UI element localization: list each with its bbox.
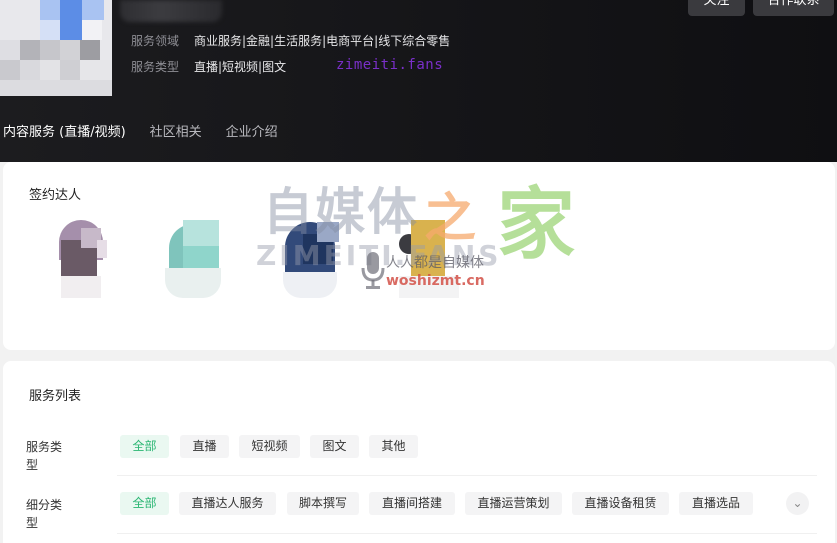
sub-type-chip-live-talent[interactable]: 直播达人服务 [179, 492, 276, 515]
sub-type-chip-script[interactable]: 脚本撰写 [287, 492, 359, 515]
service-type-value: 直播|短视频|图文 [194, 60, 287, 74]
tab-content-service[interactable]: 内容服务 (直播/视频) [3, 121, 126, 140]
talent-avatar-2[interactable] [163, 220, 223, 300]
sub-type-chip-equipment[interactable]: 直播设备租赁 [572, 492, 669, 515]
service-domain-row: 服务领域 商业服务|金融|生活服务|电商平台|线下综合零售 [131, 32, 450, 49]
talent-avatar-3[interactable] [281, 220, 341, 300]
service-type-row: 服务类型 直播|短视频|图文 [131, 58, 286, 75]
sub-type-chip-product-selection[interactable]: 直播选品 [679, 492, 753, 515]
tab-company-intro[interactable]: 企业介绍 [226, 121, 278, 140]
contact-button[interactable]: 合作联系 [753, 0, 834, 16]
talent-avatar-1[interactable] [53, 220, 113, 300]
talent-avatar-4[interactable] [399, 220, 463, 300]
service-type-filter-label: 服务类型 [26, 440, 63, 472]
service-type-chip-article[interactable]: 图文 [310, 435, 359, 458]
profile-header: 关注 合作联系 服务领域 商业服务|金融|生活服务|电商平台|线下综合零售 服务… [0, 0, 837, 162]
service-type-chip-short-video[interactable]: 短视频 [239, 435, 300, 458]
sub-type-chip-studio-setup[interactable]: 直播间搭建 [369, 492, 455, 515]
service-domain-label: 服务领域 [131, 34, 180, 48]
service-type-chip-live[interactable]: 直播 [180, 435, 229, 458]
header-watermark: zimeiti.fans [336, 57, 444, 73]
sub-type-filter-label: 细分类型 [26, 498, 63, 530]
follow-button[interactable]: 关注 [688, 0, 745, 16]
sub-type-chip-all[interactable]: 全部 [120, 492, 169, 515]
sub-type-chip-operation[interactable]: 直播运营策划 [465, 492, 562, 515]
service-domain-value: 商业服务|金融|生活服务|电商平台|线下综合零售 [194, 34, 451, 48]
profile-tabs: 内容服务 (直播/视频) 社区相关 企业介绍 [3, 121, 302, 140]
filter-divider-bottom [117, 533, 817, 534]
service-type-chip-all[interactable]: 全部 [120, 435, 169, 458]
company-name-blurred [120, 0, 222, 22]
tab-community[interactable]: 社区相关 [150, 121, 202, 140]
service-list-title: 服务列表 [29, 389, 82, 404]
filter-divider [117, 475, 817, 476]
service-type-chip-other[interactable]: 其他 [369, 435, 418, 458]
company-avatar [0, 0, 112, 96]
signed-talents-title: 签约达人 [29, 188, 82, 203]
chevron-down-icon[interactable]: ⌄ [786, 492, 809, 515]
service-type-label: 服务类型 [131, 60, 180, 74]
signed-talents-card: 签约达人 [3, 162, 835, 350]
